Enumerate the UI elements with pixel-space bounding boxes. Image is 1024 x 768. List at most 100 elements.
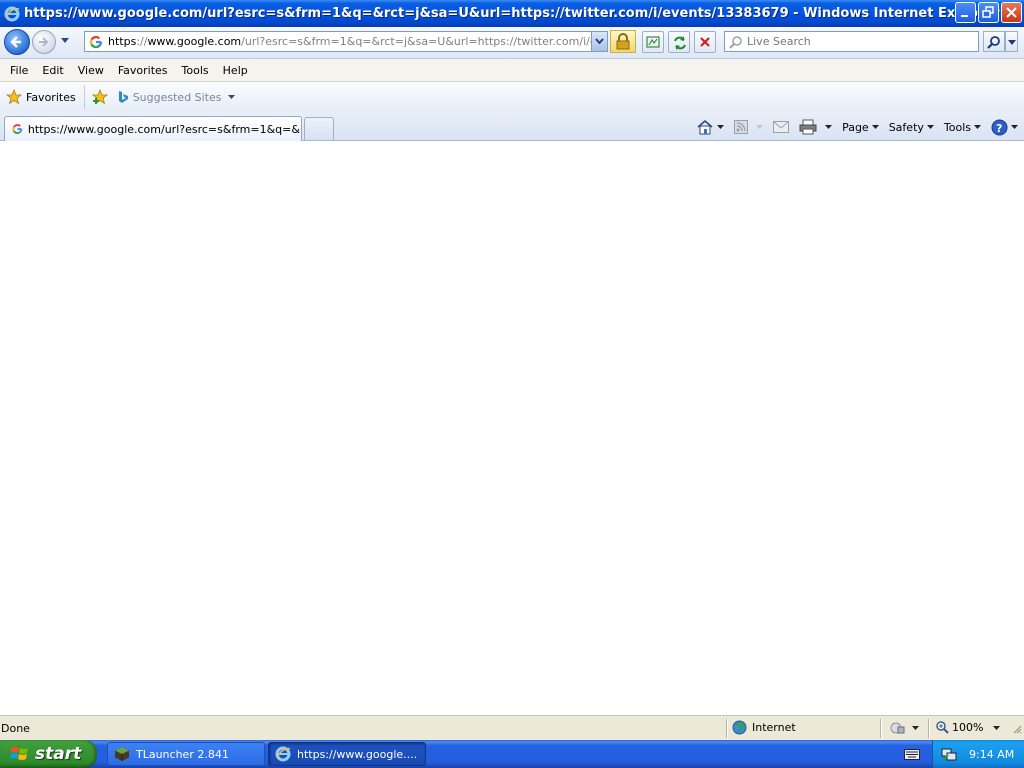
forward-button[interactable] xyxy=(32,30,56,54)
clock[interactable]: 9:14 AM xyxy=(969,748,1014,761)
magnifier-icon xyxy=(987,36,1000,49)
status-text: Done xyxy=(1,722,30,735)
tools-menu-button[interactable]: Tools xyxy=(944,121,981,134)
security-lock-button[interactable] xyxy=(610,30,636,53)
search-options-button[interactable] xyxy=(1005,31,1018,52)
menu-view[interactable]: View xyxy=(71,64,111,77)
zoom-level: 100% xyxy=(952,721,984,734)
zoom-dropdown-icon[interactable] xyxy=(993,726,1000,730)
suggested-sites-button[interactable]: Suggested Sites xyxy=(117,90,236,104)
rss-feed-icon xyxy=(734,120,749,134)
menu-file[interactable]: File xyxy=(3,64,35,77)
zoom-magnifier-icon xyxy=(936,721,949,734)
stop-icon xyxy=(700,37,710,47)
bing-icon xyxy=(118,91,128,103)
stop-button[interactable] xyxy=(694,31,716,53)
menu-favorites[interactable]: Favorites xyxy=(111,64,175,77)
start-button[interactable]: start xyxy=(0,740,97,768)
tools-menu-label: Tools xyxy=(943,120,971,134)
star-icon xyxy=(6,89,22,105)
resize-grip-icon[interactable] xyxy=(1012,724,1022,734)
start-label: start xyxy=(35,744,82,764)
compatibility-icon xyxy=(646,36,660,48)
page-menu-label: Page xyxy=(842,120,869,134)
chevron-down-icon xyxy=(974,125,981,129)
chevron-down-icon xyxy=(227,95,235,99)
refresh-icon xyxy=(674,36,686,50)
safety-menu-label: Safety xyxy=(888,120,924,134)
favorites-bar: Favorites Suggested Sites xyxy=(0,82,1024,112)
task-label: TLauncher 2.841 xyxy=(136,747,229,761)
navigation-bar: https://www.google.com/url?esrc=s&frm=1&… xyxy=(0,27,1024,59)
recent-pages-dropdown[interactable] xyxy=(60,37,70,45)
url-scheme: https xyxy=(108,35,137,48)
search-go-button[interactable] xyxy=(983,31,1005,52)
menu-tools[interactable]: Tools xyxy=(175,64,216,77)
task-label: https://www.google.... xyxy=(297,747,418,761)
new-tab-button[interactable] xyxy=(304,117,334,140)
svg-text:?: ? xyxy=(996,122,1002,135)
tlauncher-icon xyxy=(115,747,129,761)
restore-button[interactable] xyxy=(978,2,999,23)
status-bar: Done Internet 100% xyxy=(0,715,1024,740)
ie-icon xyxy=(275,746,291,762)
printer-icon xyxy=(799,119,817,135)
status-divider xyxy=(726,719,727,738)
feeds-button[interactable] xyxy=(734,120,764,134)
keyboard-language-icon[interactable] xyxy=(904,747,920,760)
tab-current[interactable]: https://www.google.com/url?esrc=s&frm=1&… xyxy=(4,116,302,141)
home-icon xyxy=(697,119,713,135)
url-host: www.google.com xyxy=(147,35,242,48)
status-divider xyxy=(880,719,881,738)
safety-menu-button[interactable]: Safety xyxy=(889,121,934,134)
protected-mode-button[interactable] xyxy=(890,721,919,735)
minimize-button[interactable] xyxy=(955,2,976,23)
chevron-down-icon xyxy=(595,38,604,44)
menu-help[interactable]: Help xyxy=(216,64,255,77)
chevron-down-icon xyxy=(1011,125,1018,129)
chevron-down-icon xyxy=(717,125,725,129)
help-icon: ? xyxy=(991,119,1008,135)
window-title: https://www.google.com/url?esrc=s&frm=1&… xyxy=(24,6,1000,21)
page-menu-button[interactable]: Page xyxy=(842,121,879,134)
security-zone[interactable]: Internet xyxy=(732,720,796,735)
restore-icon xyxy=(982,6,994,18)
menu-edit[interactable]: Edit xyxy=(35,64,70,77)
taskbar-item-tlauncher[interactable]: TLauncher 2.841 xyxy=(107,742,265,766)
minimize-icon xyxy=(961,15,968,17)
page-content-area[interactable] xyxy=(0,141,1024,715)
add-to-favorites-bar-icon[interactable] xyxy=(91,89,109,105)
zoom-control[interactable]: 100% xyxy=(936,721,983,734)
chevron-down-icon xyxy=(1008,40,1016,45)
command-bar: Page Safety Tools ? xyxy=(686,116,1018,138)
network-icon[interactable] xyxy=(941,746,957,762)
address-dropdown-button[interactable] xyxy=(591,32,607,51)
help-menu-button[interactable]: ? xyxy=(991,119,1018,136)
favorites-button[interactable]: Favorites xyxy=(6,85,85,109)
print-button[interactable] xyxy=(799,119,833,135)
compatibility-view-button[interactable] xyxy=(642,31,664,53)
close-button[interactable] xyxy=(1001,2,1022,23)
refresh-button[interactable] xyxy=(668,31,690,53)
taskbar-item-internet-explorer[interactable]: https://www.google.... xyxy=(268,742,426,766)
chevron-down-icon xyxy=(825,125,833,129)
windows-logo-icon xyxy=(10,747,28,760)
forward-arrow-icon xyxy=(39,37,49,47)
chevron-down-icon xyxy=(926,125,934,129)
title-bar[interactable]: https://www.google.com/url?esrc=s&frm=1&… xyxy=(0,0,1024,27)
search-input[interactable] xyxy=(747,35,967,48)
close-icon xyxy=(1006,7,1017,18)
chevron-down-icon xyxy=(756,125,764,129)
home-button[interactable] xyxy=(696,119,725,135)
chevron-down-icon xyxy=(871,125,879,129)
address-bar[interactable]: https://www.google.com/url?esrc=s&frm=1&… xyxy=(84,31,608,52)
menu-bar: File Edit View Favorites Tools Help xyxy=(0,59,1024,82)
chevron-down-icon xyxy=(912,726,919,730)
url-separator: :// xyxy=(136,35,148,48)
search-box[interactable] xyxy=(724,31,979,52)
search-icon xyxy=(729,35,742,49)
back-button[interactable] xyxy=(4,29,30,55)
read-mail-button[interactable] xyxy=(773,121,790,133)
globe-icon xyxy=(732,720,747,735)
tab-row: https://www.google.com/url?esrc=s&frm=1&… xyxy=(0,112,1024,141)
